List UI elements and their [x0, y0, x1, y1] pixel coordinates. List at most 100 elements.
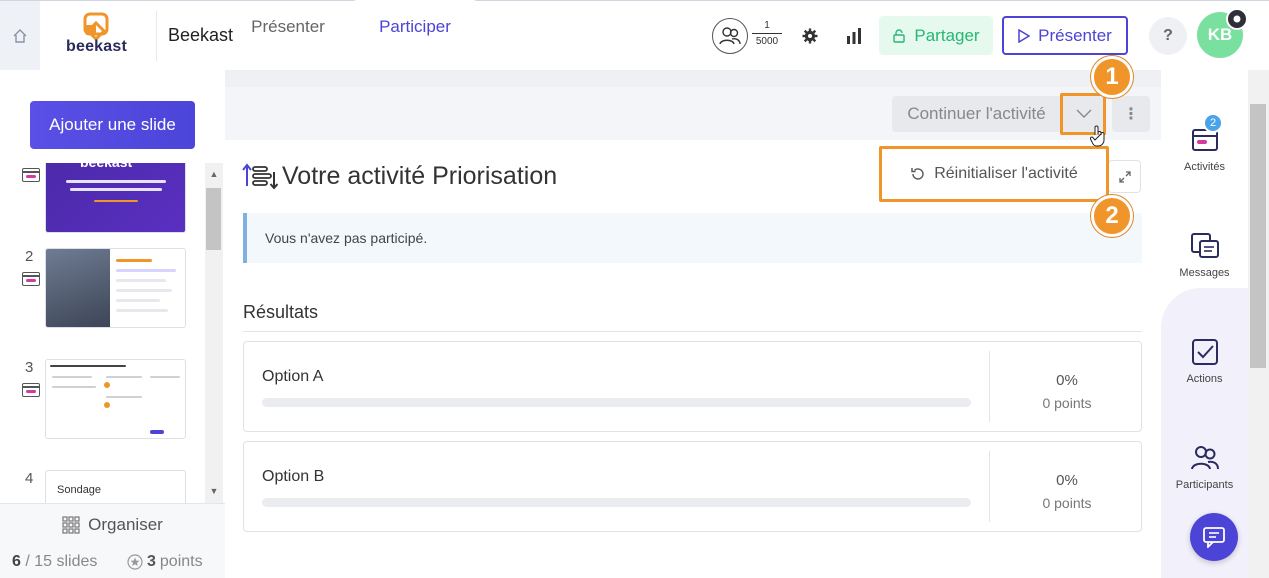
thumbnail-title: Sondage — [57, 484, 102, 496]
bee-icon — [1233, 15, 1241, 23]
tab-present[interactable]: Présenter — [226, 0, 350, 53]
slides-sidebar: Ajouter une slide beekast 2 — [0, 70, 225, 578]
gear-icon — [802, 28, 818, 44]
thumbnail-text — [106, 396, 142, 398]
sidebar-item-messages[interactable]: Messages — [1161, 231, 1248, 321]
actions-label: Actions — [1186, 373, 1223, 385]
participants-fraction: 1 5000 — [752, 20, 782, 47]
annotation-badge-2: 2 — [1091, 195, 1133, 237]
slide-item[interactable]: beekast — [0, 163, 205, 235]
tab-participate[interactable]: Participer — [351, 0, 479, 53]
option-label: Option A — [262, 368, 324, 385]
option-points: 0 points — [1042, 395, 1092, 411]
chat-button[interactable] — [1190, 513, 1238, 561]
thumbnail-text — [50, 365, 126, 367]
thumbnail-text — [150, 376, 180, 378]
organize-button[interactable]: Organiser — [0, 503, 225, 545]
slide-item[interactable]: 3 — [0, 359, 205, 441]
thumbnail-text — [52, 386, 96, 388]
thumbnail-text — [106, 376, 142, 378]
participation-notice: Vous n'avez pas participé. — [243, 213, 1142, 263]
thumbnail-text — [116, 259, 152, 262]
thumbnail-dot — [104, 402, 110, 408]
total-slides: / 15 slides — [25, 553, 98, 570]
more-options-button[interactable]: ⋮ — [1112, 96, 1150, 132]
option-divider — [989, 351, 990, 422]
activity-title: Votre activité Priorisation — [282, 162, 558, 190]
result-option: Option A 0% 0 points — [243, 341, 1142, 432]
slides-count: 6 / 15 slides — [12, 553, 97, 571]
slide-item[interactable]: 4 Sondage — [0, 470, 205, 503]
participants-current: 1 — [752, 20, 782, 34]
annotation-badge-1: 1 — [1091, 56, 1133, 98]
option-percent: 0% — [1056, 472, 1078, 489]
home-icon — [13, 29, 27, 43]
organize-label: Organiser — [88, 514, 163, 534]
points-label: points — [159, 553, 203, 570]
activities-count-badge: 2 — [1203, 113, 1223, 133]
add-slide-button[interactable]: Ajouter une slide — [30, 101, 195, 149]
option-progress-bar — [262, 398, 971, 407]
present-button[interactable]: Présenter — [1002, 16, 1128, 55]
thumbnail-divider — [94, 200, 138, 202]
slides-scrollbar-thumb[interactable] — [206, 188, 221, 250]
thumbnail-text — [116, 289, 172, 292]
scroll-up-icon[interactable]: ▲ — [208, 169, 220, 179]
logo-text: beekast — [66, 38, 127, 55]
slide-thumbnail[interactable] — [45, 359, 186, 439]
scroll-down-icon[interactable]: ▼ — [208, 486, 220, 496]
avatar-status-badge — [1226, 8, 1248, 30]
option-points: 0 points — [1042, 495, 1092, 511]
slide-number: 3 — [25, 359, 34, 376]
results-title: Résultats — [243, 302, 319, 322]
thumbnail-title: beekast — [80, 163, 132, 170]
option-label: Option B — [262, 468, 325, 485]
page-scrollbar-thumb[interactable] — [1250, 104, 1266, 368]
thumbnail-text — [116, 299, 160, 302]
expand-icon — [1118, 170, 1131, 183]
bar-chart-icon — [847, 28, 861, 44]
settings-button[interactable] — [799, 23, 821, 49]
slide-item[interactable]: 2 — [0, 248, 205, 330]
messages-label: Messages — [1179, 267, 1230, 279]
option-percent: 0% — [1056, 372, 1078, 389]
expand-button[interactable] — [1108, 160, 1141, 193]
help-button[interactable]: ? — [1149, 17, 1187, 55]
people-icon — [719, 27, 741, 45]
thumbnail-text — [52, 376, 92, 378]
points-value: 3 — [147, 553, 156, 570]
share-label: Partager — [914, 25, 980, 45]
thumbnail-text — [116, 309, 168, 312]
share-button[interactable]: Partager — [879, 16, 993, 55]
points-count: 3 points — [127, 553, 203, 571]
activities-label: Activités — [1184, 161, 1225, 173]
participants-label: Participants — [1175, 479, 1234, 491]
thumbnail-text — [116, 269, 176, 272]
app-title: Beekast — [168, 25, 234, 45]
thumbnail-text — [66, 180, 166, 183]
slide-thumbnail[interactable]: beekast — [45, 163, 186, 233]
slide-thumbnail[interactable] — [45, 248, 186, 328]
lock-icon — [893, 28, 906, 43]
activity-slide-icon — [22, 168, 40, 182]
home-button[interactable] — [0, 1, 40, 71]
sidebar-item-activities[interactable]: 2 Activités — [1161, 113, 1248, 215]
participants-count-button[interactable] — [712, 18, 748, 54]
thumbnail-dot — [104, 382, 110, 388]
option-progress-bar — [262, 498, 971, 507]
results-divider — [243, 331, 1142, 332]
slide-number: 4 — [25, 470, 34, 487]
slides-footer: 6 / 15 slides 3 points — [0, 545, 225, 578]
chat-icon — [1203, 527, 1225, 548]
hand-cursor-icon — [1090, 125, 1105, 147]
current-slide-number: 6 — [12, 553, 21, 570]
stats-button[interactable] — [843, 23, 865, 49]
sidebar-item-actions[interactable]: Actions — [1161, 337, 1248, 427]
participants-max: 5000 — [755, 36, 779, 47]
slide-number: 2 — [25, 248, 34, 265]
divider — [156, 11, 157, 61]
slide-list: beekast 2 3 — [0, 163, 205, 503]
check-square-icon — [1192, 339, 1218, 365]
slide-thumbnail[interactable]: Sondage — [45, 470, 186, 503]
continue-activity-button[interactable]: Continuer l'activité — [892, 96, 1061, 132]
